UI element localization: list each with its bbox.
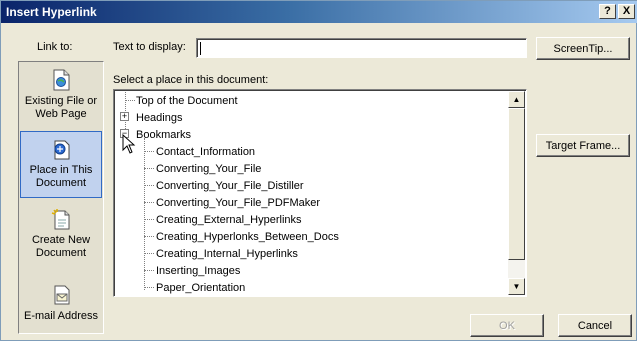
bookmark-item[interactable]: Creating_Internal_Hyperlinks [156, 245, 298, 262]
text-to-display-label: Text to display: [113, 41, 186, 53]
ok-button[interactable]: OK [470, 314, 544, 337]
tree-item-top-of-document[interactable]: Top of the Document [136, 92, 238, 109]
create-new-document-icon [51, 209, 70, 230]
tree-connector [144, 219, 154, 220]
place-existing-file[interactable]: Existing File or Web Page [20, 63, 102, 130]
scroll-thumb[interactable] [508, 108, 525, 260]
bookmark-item[interactable]: Inserting_Images [156, 262, 240, 279]
help-button[interactable]: ? [599, 4, 616, 19]
place-in-document-icon [54, 140, 70, 160]
tree-connector [144, 236, 154, 237]
text-to-display-input[interactable] [196, 38, 527, 58]
link-to-label: Link to: [37, 41, 73, 53]
close-button[interactable]: X [618, 4, 635, 19]
select-place-label: Select a place in this document: [113, 74, 269, 86]
cancel-button[interactable]: Cancel [558, 314, 632, 337]
target-frame-button[interactable]: Target Frame... [536, 134, 630, 157]
tree-connector [125, 100, 135, 101]
tree-item-bookmarks[interactable]: Bookmarks [136, 126, 191, 143]
tree-scrollbar[interactable]: ▲ ▼ [508, 91, 525, 295]
tree-connector [144, 168, 154, 169]
tree-connector [144, 253, 154, 254]
tree-connector [144, 287, 154, 288]
tree-connector [144, 138, 145, 290]
mouse-cursor-icon [122, 134, 136, 154]
place-create-new-document[interactable]: Create New Document [20, 202, 102, 269]
bookmark-item[interactable]: Converting_Your_File [156, 160, 261, 177]
insert-hyperlink-dialog: Insert Hyperlink ? X Link to: Text to di… [0, 0, 637, 341]
existing-file-icon [53, 69, 70, 91]
dialog-title: Insert Hyperlink [6, 5, 97, 19]
screentip-button[interactable]: ScreenTip... [536, 37, 630, 60]
place-in-this-document[interactable]: Place in This Document [20, 131, 102, 198]
tree-connector [144, 185, 154, 186]
bookmark-item[interactable]: Contact_Information [156, 143, 255, 160]
bookmark-item[interactable]: Creating_Hyperlonks_Between_Docs [156, 228, 339, 245]
tree-item-headings[interactable]: Headings [136, 109, 182, 126]
bookmark-item[interactable]: Converting_Your_File_Distiller [156, 177, 304, 194]
title-bar: Insert Hyperlink [1, 1, 637, 23]
document-places-tree[interactable]: Top of the Document + Headings − Bookmar… [113, 89, 527, 297]
places-bar: Existing File or Web Page Place in This … [18, 61, 104, 334]
scroll-up-icon[interactable]: ▲ [508, 91, 525, 108]
email-icon [54, 285, 70, 305]
expand-headings-icon[interactable]: + [120, 112, 129, 121]
text-cursor [200, 42, 201, 55]
tree-connector [144, 202, 154, 203]
tree-connector [144, 270, 154, 271]
place-email-address[interactable]: E-mail Address [20, 278, 102, 345]
bookmark-item[interactable]: Converting_Your_File_PDFMaker [156, 194, 320, 211]
bookmark-item[interactable]: Paper_Orientation [156, 279, 245, 296]
scroll-down-icon[interactable]: ▼ [508, 278, 525, 295]
tree-connector [144, 151, 154, 152]
bookmark-item[interactable]: Creating_External_Hyperlinks [156, 211, 302, 228]
